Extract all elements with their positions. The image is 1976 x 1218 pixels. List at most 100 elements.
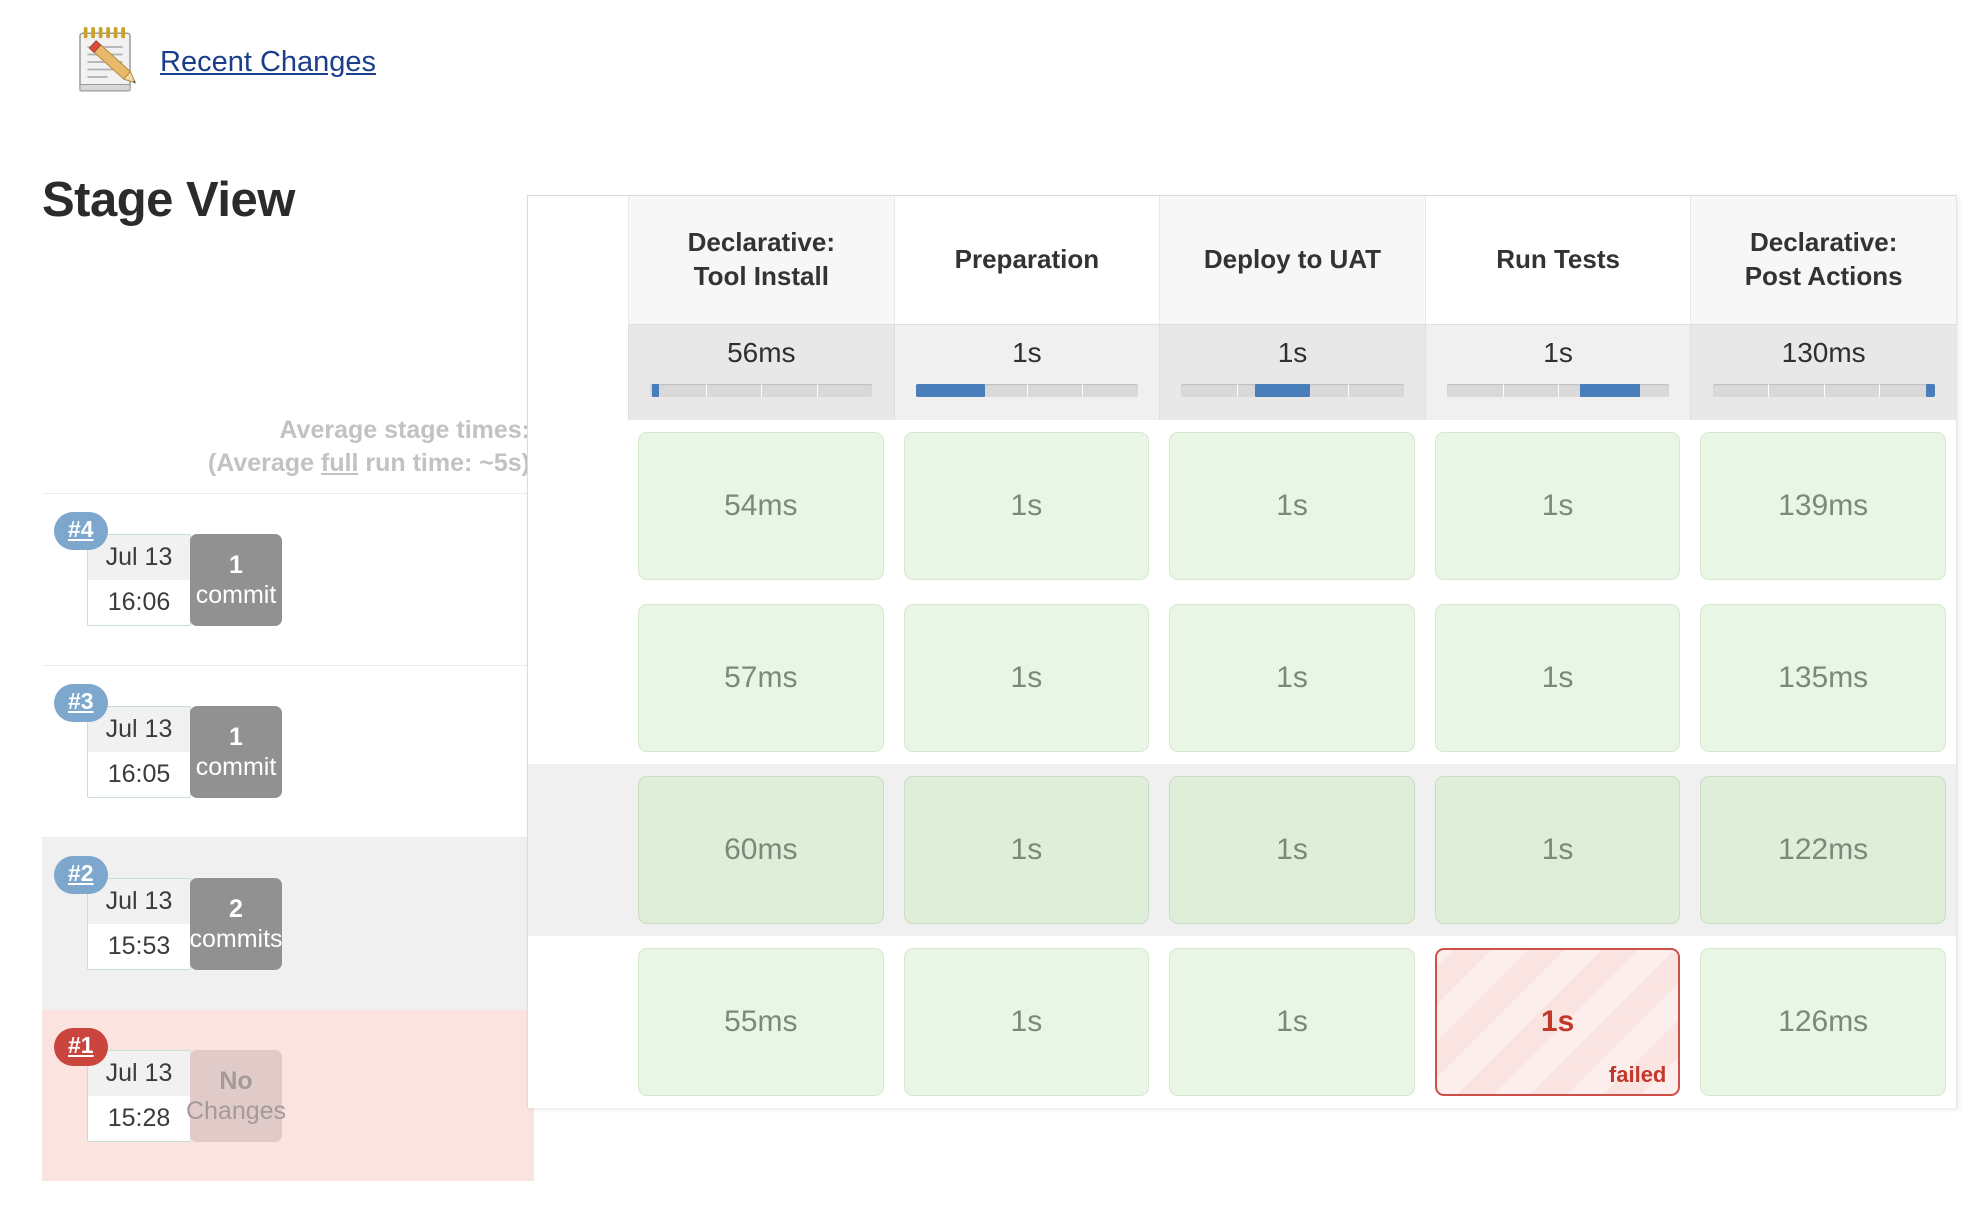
- stage-cell: 126ms: [1690, 936, 1956, 1108]
- stage-header-label: Declarative: Tool Install: [687, 227, 835, 291]
- stage-cell-success[interactable]: 1s: [1169, 776, 1415, 924]
- build-row[interactable]: #3 Jul 13 16:05 1 commit: [42, 665, 534, 837]
- stage-cell-success[interactable]: 1s: [903, 432, 1150, 580]
- build-datetime-box[interactable]: Jul 13 15:28: [87, 1050, 191, 1142]
- build-datetime-box[interactable]: Jul 13 16:05: [87, 706, 191, 798]
- build-card: Jul 13 15:28 No Changes: [87, 1050, 286, 1142]
- stage-cell: 55ms: [628, 936, 894, 1108]
- commit-count: 2: [229, 894, 243, 923]
- build-number-badge[interactable]: #2: [54, 856, 108, 894]
- stage-cell-duration: 1s: [1276, 833, 1308, 866]
- stage-cell: 1s: [1425, 420, 1691, 592]
- stage-header-label: Declarative: Post Actions: [1744, 227, 1903, 291]
- stage-table: Declarative: Tool Install Preparation Deplo…: [527, 195, 1957, 1108]
- recent-changes-link[interactable]: Recent Changes: [160, 46, 376, 79]
- stage-average-value: 1s: [1012, 337, 1042, 368]
- build-number-badge[interactable]: #3: [54, 684, 108, 722]
- stage-cell-success[interactable]: 1s: [1434, 604, 1681, 752]
- stage-cell-success[interactable]: 1s: [903, 604, 1150, 752]
- stage-cell-success[interactable]: 1s: [1434, 432, 1681, 580]
- build-datetime-box[interactable]: Jul 13 16:06: [87, 534, 191, 626]
- build-commits-box[interactable]: 2 commits: [189, 878, 283, 970]
- bar-fill: [1580, 384, 1641, 397]
- stage-cell-duration: 1s: [1541, 833, 1574, 866]
- build-card: Jul 13 15:53 2 commits: [87, 878, 283, 970]
- stage-cell-success[interactable]: 1s: [1169, 948, 1415, 1096]
- stage-cell-success[interactable]: 122ms: [1700, 776, 1946, 924]
- stage-cell-duration: 1s: [1276, 1005, 1308, 1038]
- stage-cell-success[interactable]: 139ms: [1700, 432, 1946, 580]
- stage-cell: 57ms: [628, 592, 894, 764]
- stage-row-spacer: [528, 764, 628, 936]
- bar-segment-divider: [1502, 384, 1504, 397]
- page-title: Stage View: [42, 173, 295, 227]
- commit-label: commits: [189, 925, 283, 953]
- stage-cell-success[interactable]: 1s: [903, 776, 1150, 924]
- stage-cell: 122ms: [1690, 764, 1956, 936]
- stage-cell-duration: 55ms: [724, 1005, 798, 1038]
- bar-segment-divider: [705, 384, 707, 397]
- stage-cell-duration: 122ms: [1778, 833, 1869, 866]
- stage-cell-duration: 135ms: [1778, 661, 1869, 694]
- average-stage-times-header: Average stage times: (Average full run t…: [42, 250, 534, 493]
- stage-cell-success[interactable]: 55ms: [638, 948, 884, 1096]
- build-datetime-box[interactable]: Jul 13 15:53: [87, 878, 191, 970]
- stage-cell-success[interactable]: 1s: [1169, 432, 1415, 580]
- stage-cell-duration: 139ms: [1778, 489, 1869, 522]
- build-number-badge[interactable]: #4: [54, 512, 108, 550]
- stage-cells-row: 54ms 1s 1s 1s 139ms: [528, 420, 1956, 592]
- stage-cell-success[interactable]: 57ms: [638, 604, 884, 752]
- stage-cell-duration: 1s: [1541, 489, 1574, 522]
- build-row[interactable]: #2 Jul 13 15:53 2 commits: [42, 837, 534, 1009]
- stage-average-4: 1s: [1424, 324, 1691, 420]
- stage-header-4[interactable]: Run Tests: [1424, 196, 1691, 324]
- stage-duration-bar-4: [1446, 384, 1670, 397]
- stage-cell-success[interactable]: 126ms: [1700, 948, 1946, 1096]
- commit-count: No: [219, 1066, 253, 1095]
- stage-cells-row: 60ms 1s 1s 1s 122ms: [528, 764, 1956, 936]
- stage-header-2[interactable]: Preparation: [893, 196, 1160, 324]
- stage-cell-duration: 1s: [1010, 489, 1043, 522]
- stage-cell-duration: 57ms: [724, 661, 798, 694]
- stage-cell: 1s: [1159, 764, 1425, 936]
- stage-view: Average stage times: (Average full run t…: [0, 195, 1976, 1210]
- stage-cell-success[interactable]: 1s: [903, 948, 1150, 1096]
- stage-cell-success[interactable]: 1s: [1434, 776, 1681, 924]
- stage-cell-duration: 1s: [1010, 833, 1043, 866]
- stage-cell: 1s: [894, 420, 1160, 592]
- stage-row-spacer: [528, 936, 628, 1108]
- build-row[interactable]: #1 Jul 13 15:28 No Changes: [42, 1009, 534, 1181]
- stage-header-1[interactable]: Declarative: Tool Install: [628, 196, 894, 324]
- build-time: 15:28: [88, 1096, 190, 1141]
- avg-suffix: run time: ~5s): [358, 449, 530, 478]
- notepad-pencil-icon: [79, 27, 137, 92]
- commit-label: Changes: [185, 1097, 287, 1125]
- builds-column: Average stage times: (Average full run t…: [42, 250, 534, 1181]
- stage-cell-failed[interactable]: 1s failed: [1434, 948, 1681, 1096]
- stage-cell-success[interactable]: 60ms: [638, 776, 884, 924]
- build-commits-box[interactable]: 1 commit: [190, 534, 282, 626]
- stage-cell-success[interactable]: 54ms: [638, 432, 884, 580]
- build-commits-box[interactable]: 1 commit: [190, 706, 282, 798]
- build-card: Jul 13 16:05 1 commit: [87, 706, 282, 798]
- stage-cell-success[interactable]: 135ms: [1700, 604, 1946, 752]
- stage-header-label: Deploy to UAT: [1203, 244, 1382, 275]
- stage-cell-duration: 1s: [1010, 661, 1043, 694]
- stage-cell: 60ms: [628, 764, 894, 936]
- recent-changes-bar[interactable]: Recent Changes: [70, 22, 376, 102]
- stage-cell-success[interactable]: 1s: [1169, 604, 1415, 752]
- build-time: 16:06: [88, 580, 190, 625]
- commit-count: 1: [229, 722, 243, 751]
- build-time: 15:53: [88, 924, 190, 969]
- build-commits-box[interactable]: No Changes: [186, 1050, 286, 1142]
- stage-header-3[interactable]: Deploy to UAT: [1159, 196, 1425, 324]
- average-row-spacer: [528, 324, 628, 420]
- stage-cell: 1s failed: [1425, 936, 1691, 1108]
- stage-cell-failed-label: failed: [1608, 1062, 1667, 1087]
- build-number-badge[interactable]: #1: [54, 1028, 108, 1066]
- bar-segment-divider: [761, 384, 763, 397]
- build-row[interactable]: #4 Jul 13 16:06 1 commit: [42, 493, 534, 665]
- stage-cell: 1s: [1159, 592, 1425, 764]
- stage-header-5[interactable]: Declarative: Post Actions: [1690, 196, 1956, 324]
- stage-duration-bar-1: [650, 384, 873, 397]
